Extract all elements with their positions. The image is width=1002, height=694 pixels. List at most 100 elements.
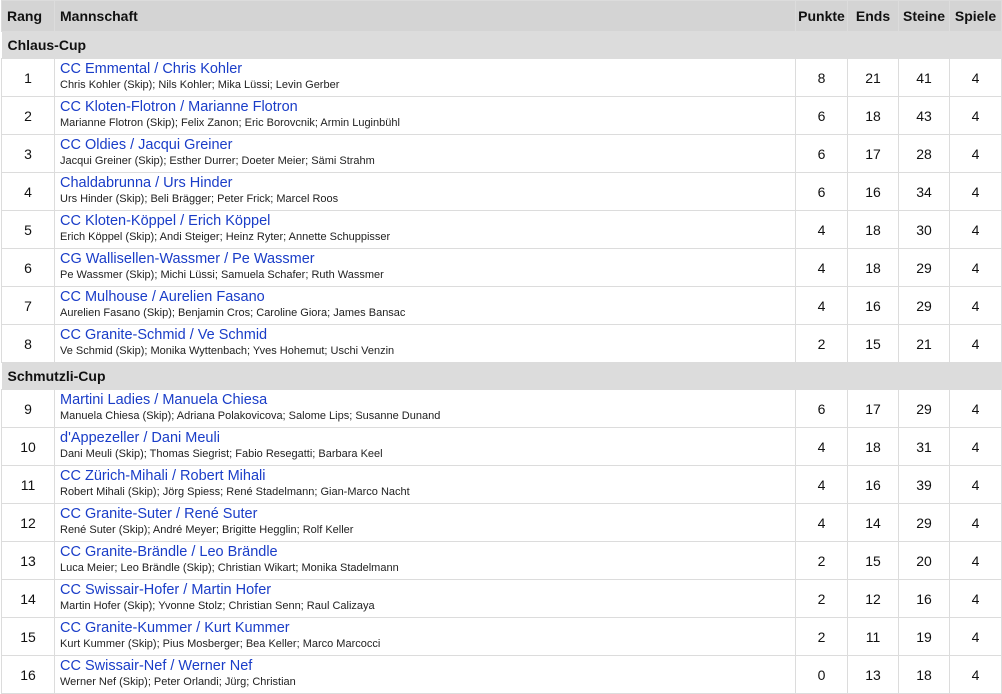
rank-cell: 7	[1, 286, 55, 325]
team-link[interactable]: Chaldabrunna / Urs Hinder	[60, 173, 790, 192]
table-row: 12 CC Granite-Suter / René Suter René Sute…	[1, 503, 1002, 542]
column-header-rank[interactable]: Rang	[1, 0, 55, 32]
team-link[interactable]: CC Granite-Brändle / Leo Brändle	[60, 542, 790, 561]
team-members: René Suter (Skip); André Meyer; Brigitte…	[60, 524, 354, 536]
team-link[interactable]: CC Swissair-Nef / Werner Nef	[60, 656, 790, 675]
column-header-games[interactable]: Spiele	[949, 0, 1002, 32]
ends-cell: 18	[847, 248, 899, 287]
rank-cell: 2	[1, 96, 55, 135]
stones-cell: 29	[898, 389, 950, 428]
column-header-team[interactable]: Mannschaft	[54, 0, 796, 32]
games-cell: 4	[949, 172, 1002, 211]
games-cell: 4	[949, 579, 1002, 618]
team-link[interactable]: d'Appezeller / Dani Meuli	[60, 428, 790, 447]
ends-cell: 17	[847, 134, 899, 173]
points-cell: 2	[795, 617, 848, 656]
rank-cell: 11	[1, 465, 55, 504]
table-row: 9 Martini Ladies / Manuela Chiesa Manuela …	[1, 389, 1002, 428]
team-cell: CC Granite-Suter / René Suter René Suter …	[54, 503, 796, 542]
team-link[interactable]: CC Granite-Suter / René Suter	[60, 504, 790, 523]
points-cell: 6	[795, 96, 848, 135]
rank-cell: 14	[1, 579, 55, 618]
team-members: Jacqui Greiner (Skip); Esther Durrer; Do…	[60, 155, 375, 167]
points-cell: 4	[795, 503, 848, 542]
points-cell: 2	[795, 541, 848, 580]
team-link[interactable]: CC Emmental / Chris Kohler	[60, 59, 790, 78]
group-title: Schmutzli-Cup	[1, 362, 1002, 390]
group-header-row: Chlaus-Cup	[1, 31, 1002, 59]
team-link[interactable]: CC Kloten-Flotron / Marianne Flotron	[60, 97, 790, 116]
team-link[interactable]: Martini Ladies / Manuela Chiesa	[60, 390, 790, 409]
ends-cell: 15	[847, 541, 899, 580]
table-row: 4 Chaldabrunna / Urs Hinder Urs Hinder (Sk…	[1, 172, 1002, 211]
team-members: Dani Meuli (Skip); Thomas Siegrist; Fabi…	[60, 448, 383, 460]
rank-cell: 16	[1, 655, 55, 694]
team-link[interactable]: CC Granite-Schmid / Ve Schmid	[60, 325, 790, 344]
points-cell: 2	[795, 324, 848, 363]
team-cell: CC Swissair-Hofer / Martin Hofer Martin H…	[54, 579, 796, 618]
ends-cell: 14	[847, 503, 899, 542]
stones-cell: 29	[898, 286, 950, 325]
group-header-row: Schmutzli-Cup	[1, 362, 1002, 390]
points-cell: 2	[795, 579, 848, 618]
games-cell: 4	[949, 210, 1002, 249]
team-link[interactable]: CC Kloten-Köppel / Erich Köppel	[60, 211, 790, 230]
stones-cell: 20	[898, 541, 950, 580]
rank-cell: 9	[1, 389, 55, 428]
table-row: 15 CC Granite-Kummer / Kurt Kummer Kurt Ku…	[1, 617, 1002, 656]
points-cell: 4	[795, 286, 848, 325]
ends-cell: 12	[847, 579, 899, 618]
ends-cell: 16	[847, 465, 899, 504]
team-link[interactable]: CG Wallisellen-Wassmer / Pe Wassmer	[60, 249, 790, 268]
stones-cell: 21	[898, 324, 950, 363]
column-header-ends[interactable]: Ends	[847, 0, 899, 32]
rank-cell: 3	[1, 134, 55, 173]
team-link[interactable]: CC Swissair-Hofer / Martin Hofer	[60, 580, 790, 599]
team-cell: CC Kloten-Flotron / Marianne Flotron Mari…	[54, 96, 796, 135]
points-cell: 6	[795, 134, 848, 173]
table-row: 3 CC Oldies / Jacqui Greiner Jacqui Greine…	[1, 134, 1002, 173]
team-cell: CC Granite-Schmid / Ve Schmid Ve Schmid (…	[54, 324, 796, 363]
games-cell: 4	[949, 58, 1002, 97]
team-link[interactable]: CC Mulhouse / Aurelien Fasano	[60, 287, 790, 306]
column-header-points[interactable]: Punkte	[795, 0, 848, 32]
team-link[interactable]: CC Granite-Kummer / Kurt Kummer	[60, 618, 790, 637]
team-cell: CC Emmental / Chris Kohler Chris Kohler (…	[54, 58, 796, 97]
team-cell: d'Appezeller / Dani Meuli Dani Meuli (Ski…	[54, 427, 796, 466]
games-cell: 4	[949, 655, 1002, 694]
table-row: 13 CC Granite-Brändle / Leo Brändle Luca M…	[1, 541, 1002, 580]
team-cell: Martini Ladies / Manuela Chiesa Manuela C…	[54, 389, 796, 428]
rank-cell: 1	[1, 58, 55, 97]
team-members: Urs Hinder (Skip); Beli Brägger; Peter F…	[60, 193, 339, 205]
stones-cell: 28	[898, 134, 950, 173]
games-cell: 4	[949, 96, 1002, 135]
header-row: Rang Mannschaft Punkte Ends Steine Spiel…	[1, 0, 1002, 32]
stones-cell: 39	[898, 465, 950, 504]
stones-cell: 19	[898, 617, 950, 656]
column-header-stones[interactable]: Steine	[898, 0, 950, 32]
stones-cell: 30	[898, 210, 950, 249]
points-cell: 8	[795, 58, 848, 97]
team-members: Aurelien Fasano (Skip); Benjamin Cros; C…	[60, 307, 406, 319]
ends-cell: 18	[847, 96, 899, 135]
table-row: 1 CC Emmental / Chris Kohler Chris Kohler …	[1, 58, 1002, 97]
points-cell: 4	[795, 248, 848, 287]
stones-cell: 29	[898, 248, 950, 287]
team-cell: CG Wallisellen-Wassmer / Pe Wassmer Pe Wa…	[54, 248, 796, 287]
team-members: Ve Schmid (Skip); Monika Wyttenbach; Yve…	[60, 345, 395, 357]
team-members: Luca Meier; Leo Brändle (Skip); Christia…	[60, 562, 399, 574]
team-link[interactable]: CC Zürich-Mihali / Robert Mihali	[60, 466, 790, 485]
team-cell: CC Mulhouse / Aurelien Fasano Aurelien Fa…	[54, 286, 796, 325]
team-link[interactable]: CC Oldies / Jacqui Greiner	[60, 135, 790, 154]
team-members: Kurt Kummer (Skip); Pius Mosberger; Bea …	[60, 638, 381, 650]
table-row: 14 CC Swissair-Hofer / Martin Hofer Martin…	[1, 579, 1002, 618]
team-cell: Chaldabrunna / Urs Hinder Urs Hinder (Ski…	[54, 172, 796, 211]
ends-cell: 16	[847, 172, 899, 211]
team-cell: CC Granite-Brändle / Leo Brändle Luca Mei…	[54, 541, 796, 580]
table-row: 7 CC Mulhouse / Aurelien Fasano Aurelien F…	[1, 286, 1002, 325]
games-cell: 4	[949, 286, 1002, 325]
team-members: Marianne Flotron (Skip); Felix Zanon; Er…	[60, 117, 400, 129]
points-cell: 4	[795, 465, 848, 504]
points-cell: 4	[795, 427, 848, 466]
stones-cell: 31	[898, 427, 950, 466]
